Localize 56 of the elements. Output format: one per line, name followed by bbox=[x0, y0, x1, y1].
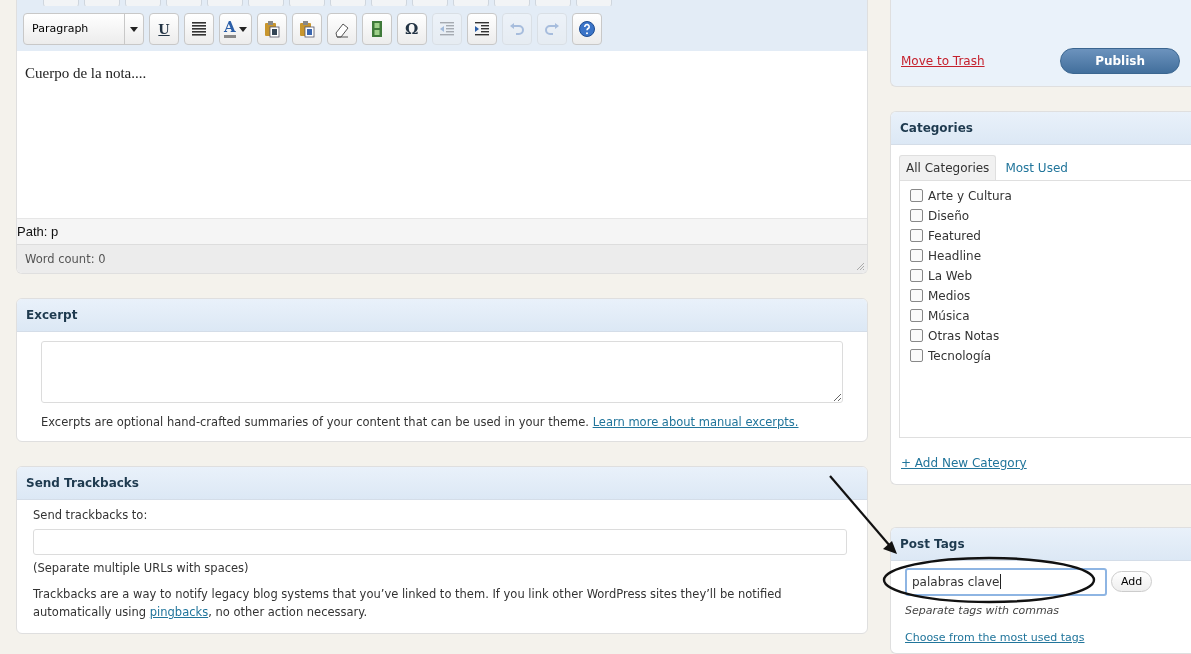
paste-word-icon[interactable] bbox=[291, 13, 322, 45]
format-select[interactable]: Paragraph bbox=[23, 13, 144, 45]
special-character-button[interactable]: Ω bbox=[396, 13, 427, 45]
category-label: La Web bbox=[928, 268, 972, 283]
move-to-trash-link[interactable]: Move to Trash bbox=[901, 53, 985, 68]
category-checkbox[interactable] bbox=[910, 349, 923, 363]
category-checkbox[interactable] bbox=[910, 229, 923, 243]
panel-title: Post Tags bbox=[900, 536, 965, 551]
category-label: Diseño bbox=[928, 208, 970, 223]
category-label: Medios bbox=[928, 288, 971, 303]
editor-body[interactable]: Cuerpo de la nota.... bbox=[17, 51, 867, 218]
category-tab[interactable]: All Categories bbox=[899, 154, 997, 180]
field-label: Send trackbacks to: bbox=[33, 508, 149, 522]
category-label: Tecnología bbox=[928, 348, 992, 363]
category-label: Headline bbox=[928, 248, 982, 263]
most-used-tags-link[interactable]: Choose from the most used tags bbox=[905, 630, 1085, 644]
category-checkbox[interactable] bbox=[910, 329, 923, 343]
category-checkbox[interactable] bbox=[910, 189, 923, 203]
trackbacks-field[interactable] bbox=[33, 529, 847, 555]
paste-text-icon[interactable] bbox=[256, 13, 287, 45]
category-checkbox[interactable] bbox=[910, 209, 923, 223]
tags-hint: Separate tags with commas bbox=[904, 602, 1061, 619]
category-label: Featured bbox=[928, 228, 981, 243]
eraser-icon[interactable] bbox=[326, 13, 357, 45]
category-label: Otras Notas bbox=[928, 328, 1000, 343]
path-label: Path: p bbox=[17, 224, 59, 239]
panel-title: Send Trackbacks bbox=[26, 476, 139, 490]
excerpt-note: Excerpts are optional hand-crafted summaries of your content that can be used in your theme. Learn more about manual excerpts. bbox=[41, 414, 800, 431]
resize-grip-icon[interactable] bbox=[856, 262, 865, 271]
body-text: Cuerpo de la nota.... bbox=[25, 65, 147, 81]
indent-icon[interactable] bbox=[466, 13, 497, 45]
add-category-link[interactable]: + Add New Category bbox=[901, 455, 1027, 470]
dropdown-caret-icon bbox=[130, 26, 138, 32]
panel-title: Categories bbox=[900, 120, 973, 135]
category-checkbox[interactable] bbox=[910, 269, 923, 283]
trackbacks-note: Trackbacks are a way to notify legacy blog systems that you’ve linked to them. If you link other WordPress sites they’ll be notified automatically using pingbacks, no other action necessary. bbox=[33, 586, 783, 621]
category-checkbox[interactable] bbox=[910, 309, 923, 323]
panel-title: Excerpt bbox=[26, 308, 78, 322]
help-icon[interactable] bbox=[571, 13, 602, 45]
publish-button[interactable]: Publish bbox=[1060, 47, 1180, 74]
add-tag-button[interactable]: Add bbox=[1111, 571, 1153, 593]
text-color-button[interactable]: A bbox=[219, 13, 252, 45]
category-label: Música bbox=[928, 308, 970, 323]
excerpt-field[interactable] bbox=[41, 341, 843, 403]
category-checkbox[interactable] bbox=[910, 249, 923, 263]
tag-field[interactable]: palabras clave bbox=[905, 567, 1107, 596]
dropdown-caret-icon bbox=[238, 26, 247, 32]
excerpt-help-link[interactable]: Learn more about manual excerpts. bbox=[592, 415, 799, 429]
category-checkbox[interactable] bbox=[910, 289, 923, 303]
underline-button[interactable]: U bbox=[149, 13, 179, 45]
film-icon[interactable] bbox=[361, 13, 392, 45]
category-tab[interactable]: Most Used bbox=[998, 154, 1075, 180]
field-hint: (Separate multiple URLs with spaces) bbox=[33, 561, 250, 575]
word-count: Word count: 0 bbox=[25, 252, 106, 266]
category-label: Arte y Cultura bbox=[928, 188, 1012, 203]
justify-icon[interactable] bbox=[184, 13, 214, 45]
